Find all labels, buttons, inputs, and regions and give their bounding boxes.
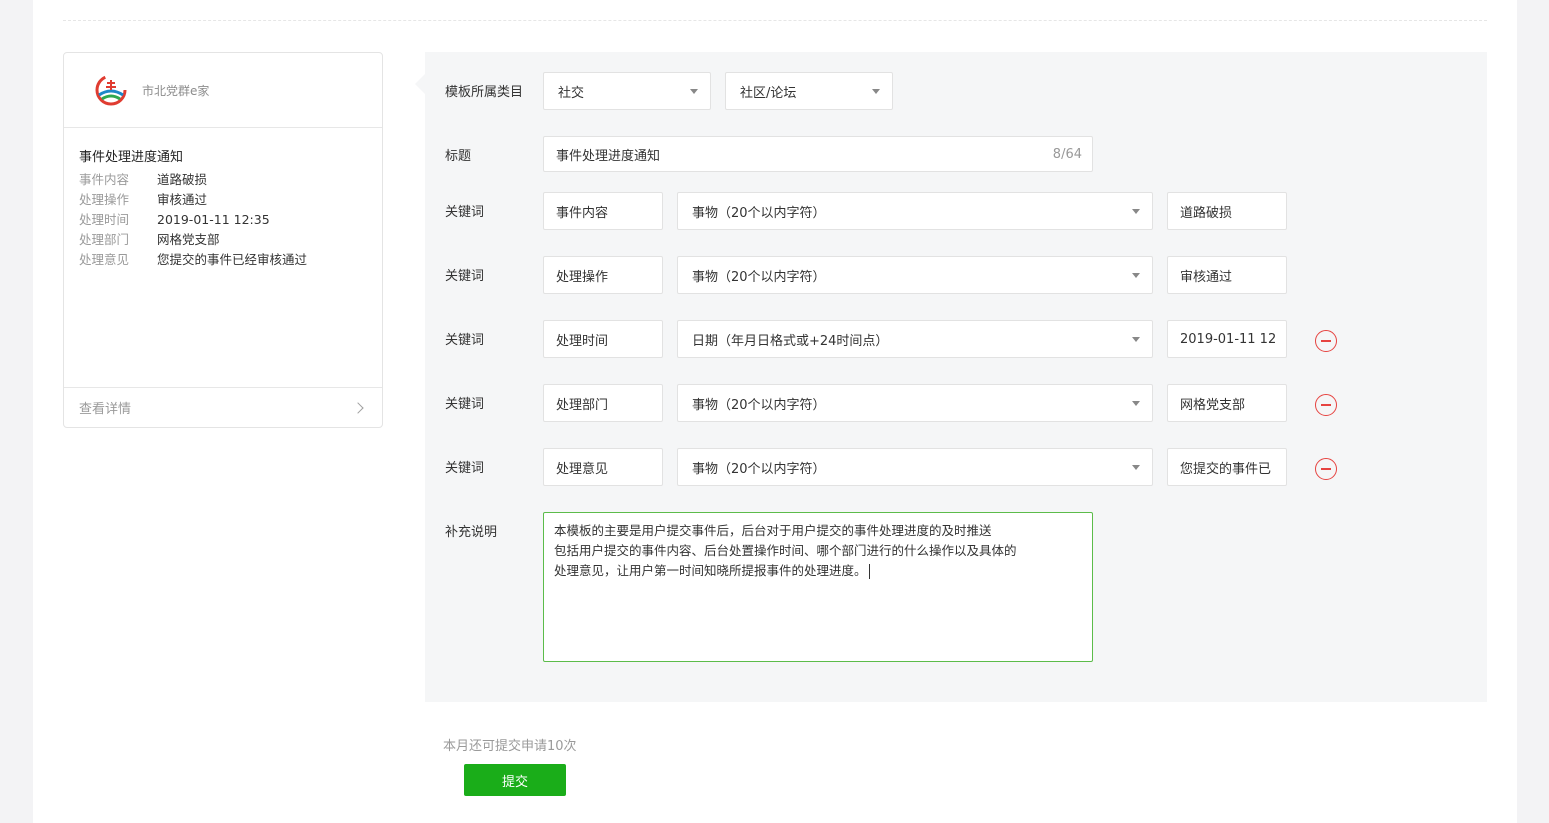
note-label: 补充说明: [445, 525, 498, 540]
category-secondary-select[interactable]: 社区/论坛: [725, 72, 893, 110]
keyword-example-value: 审核通过: [1180, 269, 1233, 285]
preview-row-key: 处理操作: [79, 192, 130, 207]
keyword-label: 关键词: [445, 461, 485, 476]
preview-title: 事件处理进度通知: [79, 150, 184, 165]
preview-body: 事件处理进度通知 事件内容 道路破损 处理操作 审核通过 处理时间 2019-0…: [64, 128, 382, 270]
monthly-quota-text: 本月还可提交申请10次: [443, 739, 577, 754]
keyword-example-input[interactable]: 网格党支部: [1167, 384, 1287, 422]
remove-keyword-icon[interactable]: [1315, 458, 1337, 480]
view-details-label: 查看详情: [79, 402, 132, 417]
preview-row-value: 道路破损: [157, 172, 208, 187]
keyword-type-value: 日期（年月日格式或+24时间点）: [692, 333, 889, 349]
category-primary-value: 社交: [558, 85, 585, 101]
category-secondary-value: 社区/论坛: [740, 85, 797, 101]
preview-row-value: 网格党支部: [157, 232, 220, 247]
keyword-name-input[interactable]: 事件内容: [543, 192, 663, 230]
keyword-label: 关键词: [445, 333, 485, 348]
preview-row-key: 处理部门: [79, 232, 130, 247]
title-label: 标题: [445, 149, 472, 164]
preview-header: 市北党群e家: [64, 53, 382, 128]
preview-row-value: 2019-01-11 12:35: [157, 212, 270, 227]
dropdown-caret-icon: [872, 89, 880, 94]
keyword-name-value: 事件内容: [556, 205, 609, 221]
account-name: 市北党群e家: [142, 83, 210, 98]
keyword-type-select[interactable]: 事物（20个以内字符）: [677, 384, 1153, 422]
note-line: 本模板的主要是用户提交事件后，后台对于用户提交的事件处理进度的及时推送: [554, 523, 992, 538]
account-logo-icon: [94, 73, 128, 107]
keyword-example-value: 2019-01-11 12: [1180, 331, 1277, 347]
title-input[interactable]: 事件处理进度通知 8/64: [543, 136, 1093, 172]
keyword-type-value: 事物（20个以内字符）: [692, 269, 826, 285]
preview-row: 事件内容 道路破损: [79, 170, 382, 190]
keyword-example-value: 网格党支部: [1180, 397, 1246, 413]
top-divider: [63, 20, 1487, 21]
note-line: 包括用户提交的事件内容、后台处置操作时间、哪个部门进行的什么操作以及具体的: [554, 543, 1017, 558]
submit-button[interactable]: 提交: [464, 764, 566, 796]
note-line-last: 处理意见，让用户第一时间知晓所提报事件的处理进度。: [554, 561, 1082, 581]
page: 市北党群e家 事件处理进度通知 事件内容 道路破损 处理操作 审核通过 处理时间…: [33, 0, 1517, 823]
keyword-example-input[interactable]: 您提交的事件已: [1167, 448, 1287, 486]
preview-row-value: 审核通过: [157, 192, 208, 207]
preview-row-value: 您提交的事件已经审核通过: [157, 252, 308, 267]
remove-keyword-icon[interactable]: [1315, 330, 1337, 352]
preview-row: 处理时间 2019-01-11 12:35: [79, 210, 382, 230]
dropdown-caret-icon: [1132, 337, 1140, 342]
keyword-name-input[interactable]: 处理操作: [543, 256, 663, 294]
preview-row: 处理意见 您提交的事件已经审核通过: [79, 250, 382, 270]
preview-row-key: 处理时间: [79, 212, 130, 227]
note-line: 处理意见，让用户第一时间知晓所提报事件的处理进度。: [554, 563, 867, 578]
keyword-name-input[interactable]: 处理意见: [543, 448, 663, 486]
keyword-name-value: 处理意见: [556, 461, 609, 477]
chevron-right-icon: [352, 401, 364, 414]
remove-keyword-icon[interactable]: [1315, 394, 1337, 416]
keyword-example-value: 您提交的事件已: [1180, 461, 1272, 477]
keyword-type-value: 事物（20个以内字符）: [692, 461, 826, 477]
keyword-label: 关键词: [445, 205, 485, 220]
keyword-type-value: 事物（20个以内字符）: [692, 397, 826, 413]
keyword-example-value: 道路破损: [1180, 205, 1233, 221]
keyword-name-value: 处理部门: [556, 397, 609, 413]
preview-row-key: 处理意见: [79, 252, 130, 267]
keyword-type-value: 事物（20个以内字符）: [692, 205, 826, 221]
preview-row-key: 事件内容: [79, 172, 130, 187]
title-input-value: 事件处理进度通知: [556, 148, 661, 164]
dropdown-caret-icon: [690, 89, 698, 94]
keyword-example-input[interactable]: 审核通过: [1167, 256, 1287, 294]
dropdown-caret-icon: [1132, 273, 1140, 278]
category-primary-select[interactable]: 社交: [543, 72, 711, 110]
keyword-example-input[interactable]: 道路破损: [1167, 192, 1287, 230]
preview-row: 处理操作 审核通过: [79, 190, 382, 210]
dropdown-caret-icon: [1132, 465, 1140, 470]
keyword-type-select[interactable]: 日期（年月日格式或+24时间点）: [677, 320, 1153, 358]
keyword-label: 关键词: [445, 269, 485, 284]
view-details-link[interactable]: 查看详情: [64, 387, 382, 427]
keyword-name-value: 处理时间: [556, 333, 609, 349]
keyword-type-select[interactable]: 事物（20个以内字符）: [677, 448, 1153, 486]
text-cursor: [868, 564, 870, 579]
title-char-counter: 8/64: [1052, 147, 1082, 162]
dropdown-caret-icon: [1132, 401, 1140, 406]
note-textarea[interactable]: 本模板的主要是用户提交事件后，后台对于用户提交的事件处理进度的及时推送 包括用户…: [543, 512, 1093, 662]
category-label: 模板所属类目: [445, 85, 524, 100]
keyword-type-select[interactable]: 事物（20个以内字符）: [677, 256, 1153, 294]
preview-row: 处理部门 网格党支部: [79, 230, 382, 250]
keyword-type-select[interactable]: 事物（20个以内字符）: [677, 192, 1153, 230]
form-panel-pointer: [415, 74, 425, 94]
template-form-panel: 模板所属类目 社交 社区/论坛 标题 事件处理进度通知 8/64 关键词 事件内…: [425, 52, 1487, 702]
keyword-example-input[interactable]: 2019-01-11 12: [1167, 320, 1287, 358]
keyword-name-input[interactable]: 处理时间: [543, 320, 663, 358]
keyword-label: 关键词: [445, 397, 485, 412]
dropdown-caret-icon: [1132, 209, 1140, 214]
keyword-name-value: 处理操作: [556, 269, 609, 285]
template-preview-card: 市北党群e家 事件处理进度通知 事件内容 道路破损 处理操作 审核通过 处理时间…: [63, 52, 383, 428]
keyword-name-input[interactable]: 处理部门: [543, 384, 663, 422]
